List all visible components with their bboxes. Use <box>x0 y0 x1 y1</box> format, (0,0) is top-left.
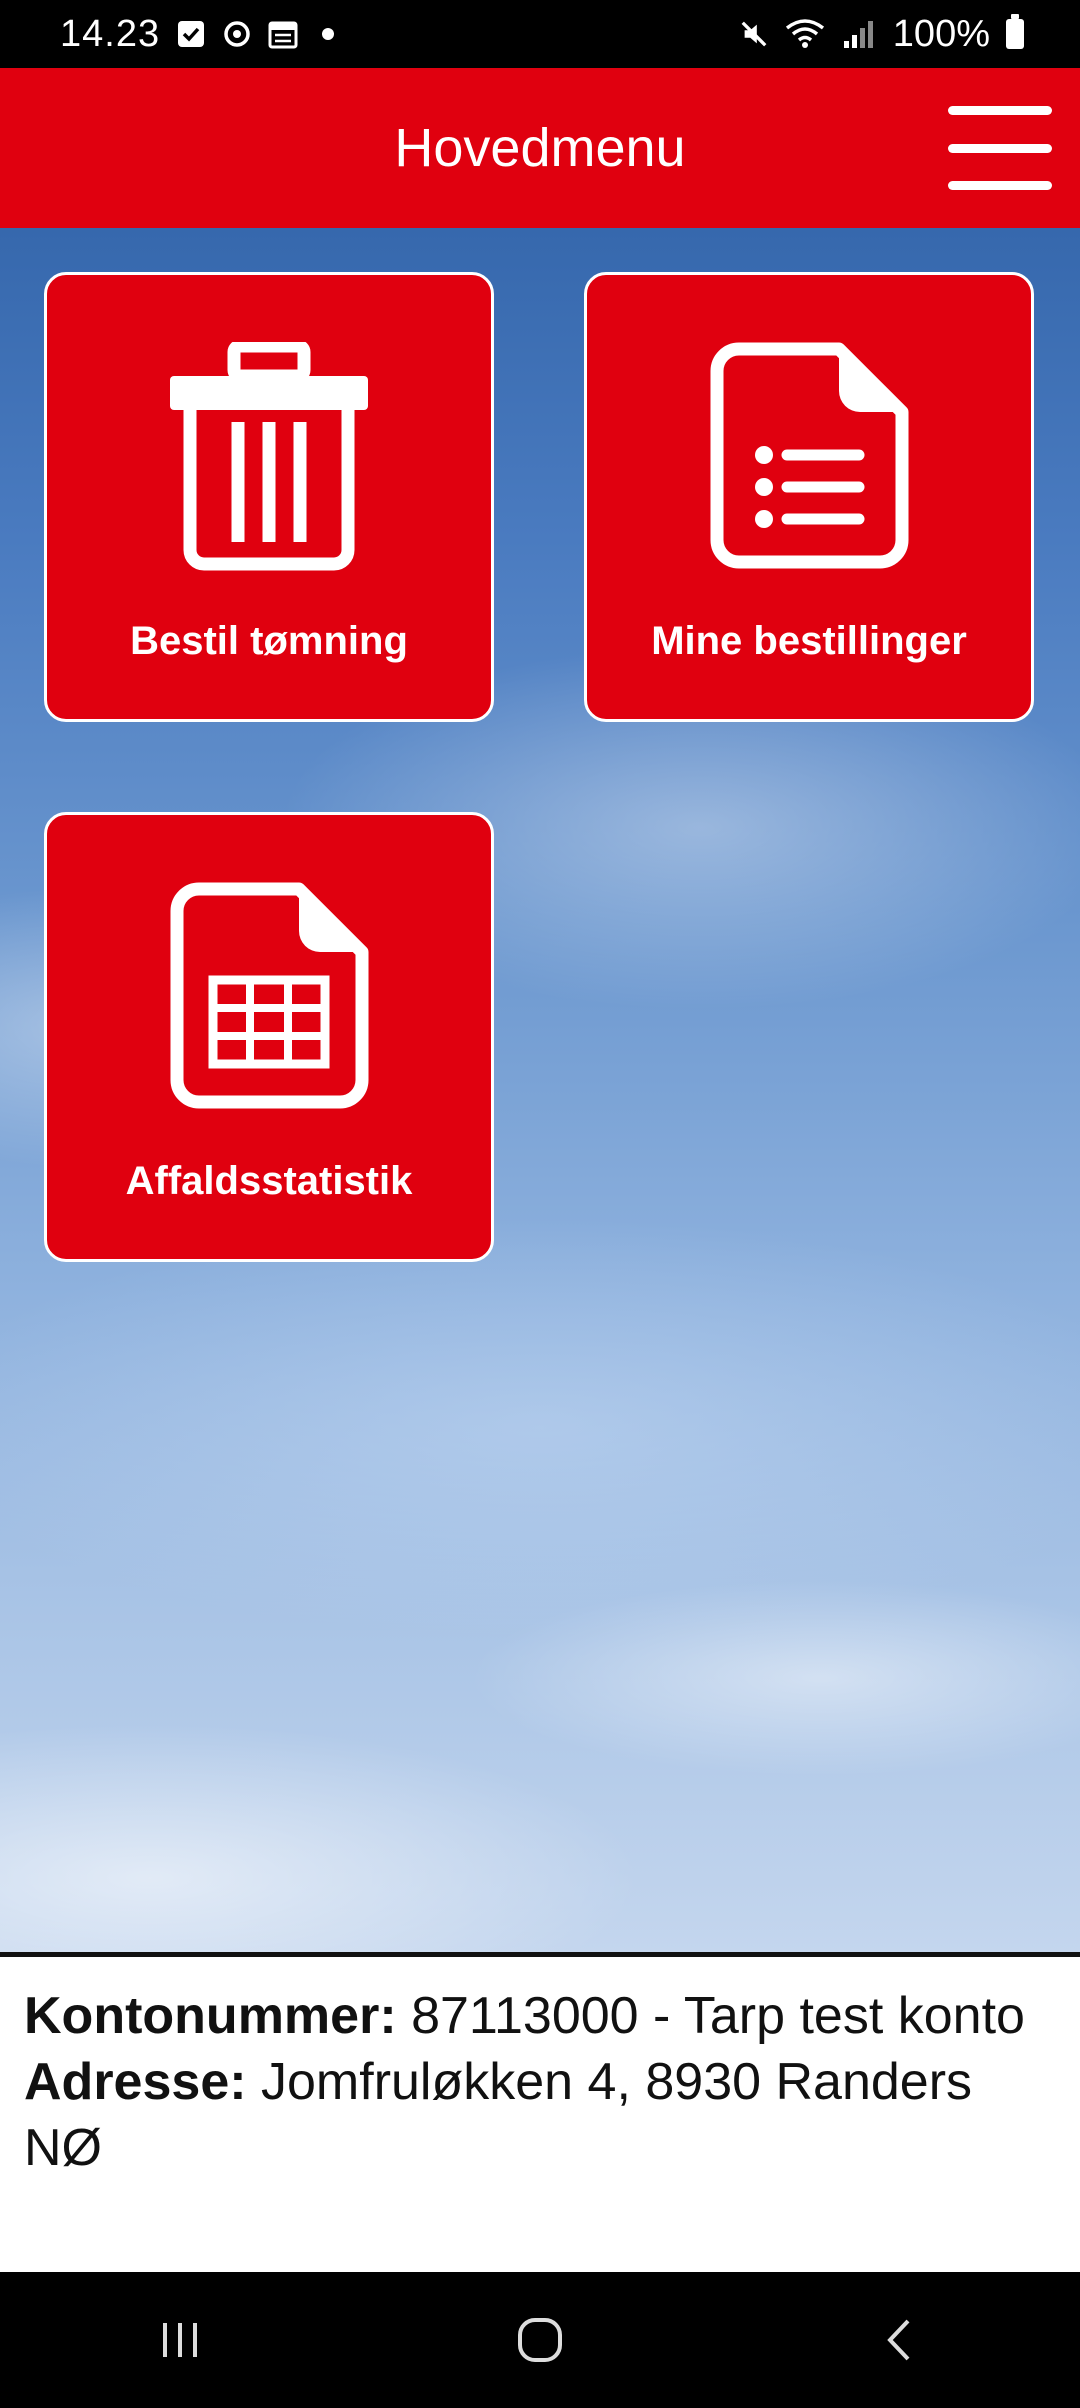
spreadsheet-document-icon <box>159 877 379 1117</box>
tile-label: Bestil tømning <box>130 619 408 663</box>
battery-icon <box>1006 14 1024 49</box>
home-icon[interactable] <box>480 2290 600 2390</box>
page-title: Hovedmenu <box>394 118 686 178</box>
status-time: 14.23 <box>60 12 161 55</box>
checkbox-notification-icon <box>176 19 206 49</box>
dot-icon <box>322 28 335 40</box>
tile-label: Mine bestillinger <box>651 619 967 663</box>
hamburger-menu-icon[interactable] <box>948 106 1052 190</box>
menu-line <box>948 143 1052 153</box>
app-screen: 14.23 100% Hovedmenu Bestil tømning Mine… <box>0 0 1080 2408</box>
account-info-panel: Kontonummer: 87113000 - Tarp test konto … <box>0 1952 1080 2272</box>
sync-icon <box>222 19 252 49</box>
mute-icon <box>739 19 769 49</box>
signal-icon <box>841 19 877 49</box>
recent-apps-icon[interactable] <box>120 2290 240 2390</box>
menu-line <box>948 181 1052 190</box>
account-number-value: 87113000 - Tarp test konto <box>411 1987 1025 2045</box>
back-icon[interactable] <box>840 2290 960 2390</box>
wifi-icon <box>785 19 825 49</box>
address-label: Adresse: <box>24 2053 247 2111</box>
waste-statistics-button[interactable]: Affaldsstatistik <box>44 812 494 1262</box>
tile-label: Affaldsstatistik <box>125 1159 413 1203</box>
app-header: Hovedmenu <box>0 68 1080 228</box>
account-number-line: Kontonummer: 87113000 - Tarp test konto <box>24 1983 1056 2049</box>
my-orders-button[interactable]: Mine bestillinger <box>584 272 1034 722</box>
menu-line <box>948 106 1052 115</box>
order-emptying-button[interactable]: Bestil tømning <box>44 272 494 722</box>
status-left: 14.23 <box>60 12 335 56</box>
system-nav-bar <box>0 2272 1080 2408</box>
battery-percent: 100% <box>892 12 990 55</box>
calendar-icon <box>268 19 298 49</box>
trash-can-icon <box>159 337 379 577</box>
status-bar: 14.23 100% <box>0 0 1080 68</box>
address-line: Adresse: Jomfruløkken 4, 8930 Randers NØ <box>24 2049 1056 2181</box>
status-right: 100% <box>739 13 1024 56</box>
document-list-icon <box>699 337 919 577</box>
account-number-label: Kontonummer: <box>24 1987 397 2045</box>
